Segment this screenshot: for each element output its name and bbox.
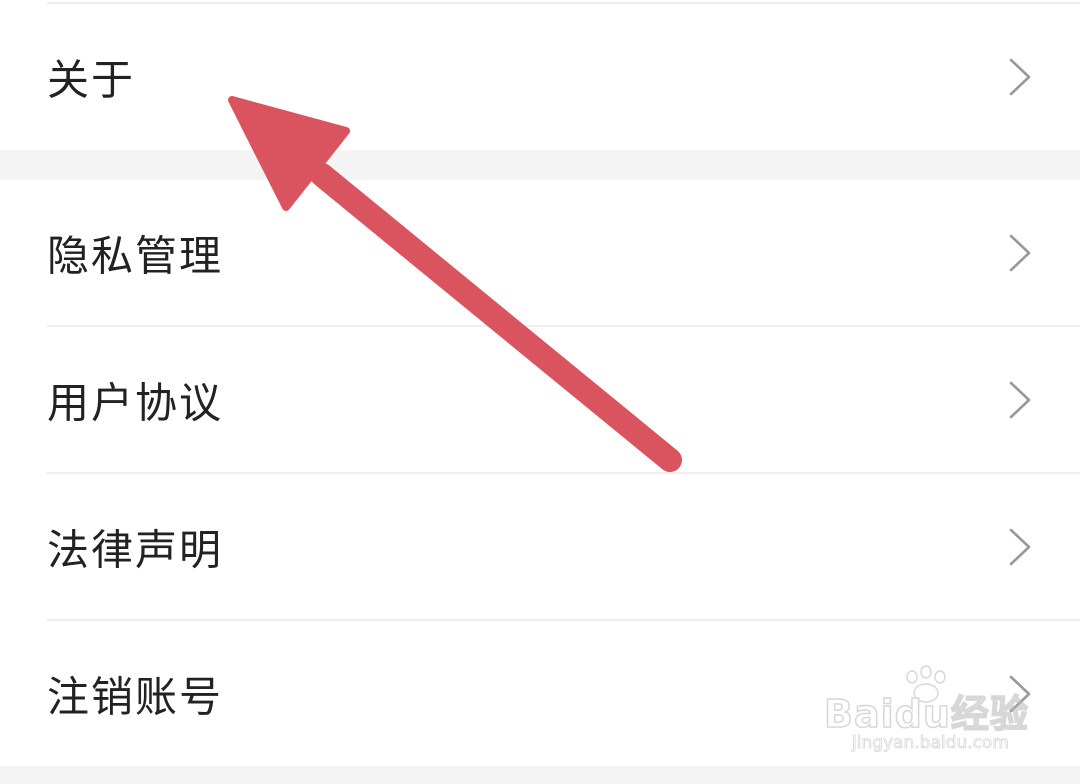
settings-group-legal: 隐私管理 用户协议 法律声明 注销账号 <box>0 180 1080 766</box>
settings-item-delete-account[interactable]: 注销账号 <box>0 621 1080 767</box>
settings-item-label: 关于 <box>47 55 136 105</box>
chevron-right-icon <box>1009 58 1031 96</box>
settings-item-about[interactable]: 关于 <box>0 4 1080 150</box>
settings-item-label: 用户协议 <box>47 378 224 428</box>
settings-item-user-agreement[interactable]: 用户协议 <box>0 327 1080 473</box>
chevron-right-icon <box>1009 675 1031 713</box>
chevron-right-icon <box>1009 234 1031 272</box>
settings-item-privacy[interactable]: 隐私管理 <box>0 180 1080 326</box>
settings-item-label: 法律声明 <box>47 525 224 575</box>
settings-screen: 关于 隐私管理 用户协议 法律声明 注销账号 Baidu经验 jingyan.b… <box>0 0 1080 784</box>
chevron-right-icon <box>1009 381 1031 419</box>
settings-group-about: 关于 <box>0 0 1080 150</box>
settings-item-label: 隐私管理 <box>47 231 224 281</box>
settings-item-legal-notice[interactable]: 法律声明 <box>0 474 1080 620</box>
settings-item-label: 注销账号 <box>47 672 224 722</box>
chevron-right-icon <box>1009 528 1031 566</box>
